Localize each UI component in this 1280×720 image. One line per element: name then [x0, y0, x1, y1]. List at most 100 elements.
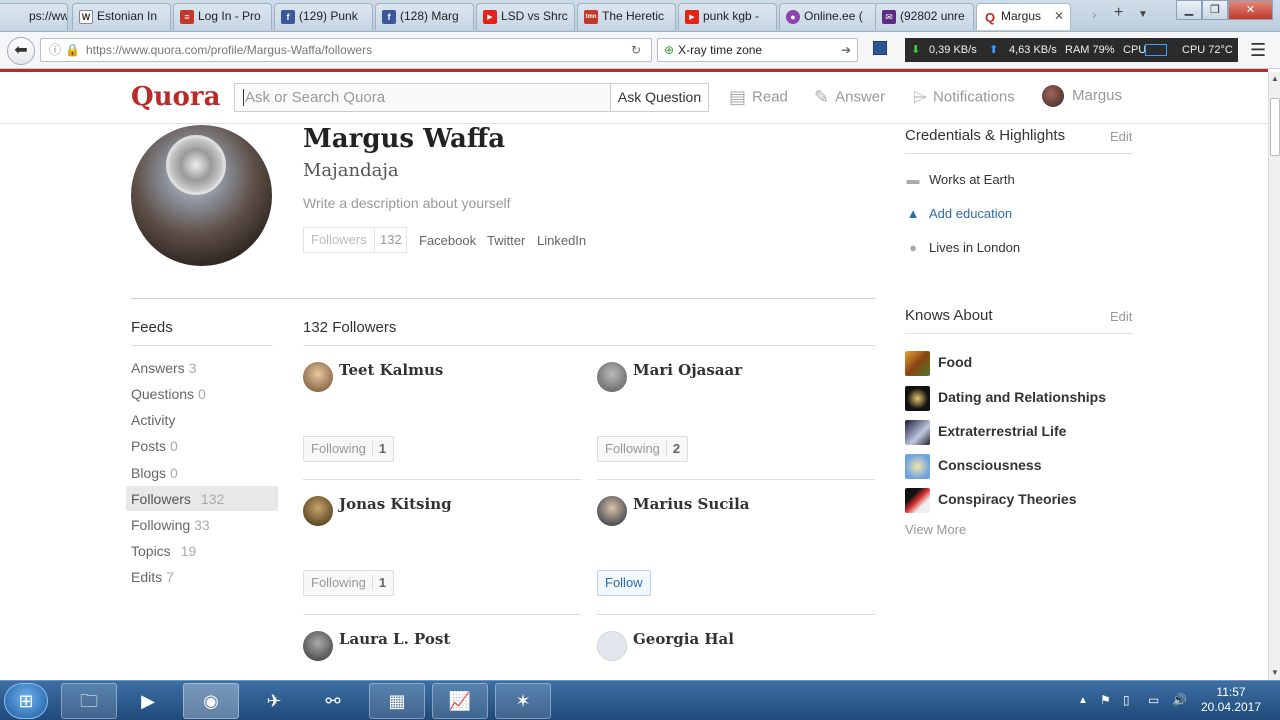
nav-user[interactable]: Margus — [1042, 85, 1122, 107]
tab-scroll-right-icon[interactable]: › — [1092, 6, 1097, 22]
feed-followers[interactable]: Followers 132 — [131, 491, 224, 507]
follower-avatar[interactable] — [597, 496, 627, 526]
profile-tagline[interactable]: Majandaja — [303, 160, 399, 181]
close-window-icon[interactable]: ✕ — [1228, 0, 1273, 20]
volume-icon[interactable]: 🔊 — [1172, 693, 1187, 707]
browser-tab[interactable]: ≡ Log In - Pro — [173, 3, 272, 30]
follower-avatar[interactable] — [303, 496, 333, 526]
facebook-link[interactable]: Facebook — [419, 233, 476, 248]
browser-tab[interactable]: f (128) Marg — [375, 3, 474, 30]
following-button[interactable]: Following 2 — [597, 436, 689, 462]
chart-app-icon[interactable]: 📈 — [432, 683, 488, 719]
nav-answer[interactable]: ✎ Answer — [814, 87, 885, 108]
default-avatar-icon[interactable] — [597, 631, 627, 661]
credential-work[interactable]: ▬ Works at Earth — [905, 172, 1015, 187]
nav-notifications[interactable]: ⌲ Notifications — [913, 87, 1015, 108]
knows-about-edit-link[interactable]: Edit — [1110, 309, 1132, 324]
feed-following[interactable]: Following 33 — [131, 517, 210, 533]
follower-name[interactable]: Mari Ojasaar — [633, 361, 742, 379]
credential-location[interactable]: ● Lives in London — [905, 240, 1020, 255]
browser-tab-active[interactable]: Q Margus ✕ — [976, 3, 1071, 30]
feed-answers[interactable]: Answers 3 — [131, 360, 196, 376]
file-explorer-icon[interactable]: 🗀 — [61, 683, 117, 719]
network-tool-icon[interactable]: ⚯ — [305, 683, 361, 719]
media-player-icon[interactable]: ▶ — [120, 683, 176, 719]
info-icon[interactable]: ⓘ — [49, 43, 61, 57]
follower-name[interactable]: Laura L. Post — [339, 630, 450, 648]
feed-edits[interactable]: Edits 7 — [131, 569, 174, 585]
following-button[interactable]: Following 1 — [303, 570, 395, 596]
reload-icon[interactable]: ↻ — [631, 39, 641, 61]
topic-food[interactable]: Food — [905, 351, 972, 376]
search-bar[interactable]: ⊕ X-ray time zone ➔ — [657, 38, 858, 62]
nav-read-label: Read — [752, 88, 788, 106]
taskbar-clock[interactable]: 11:57 20.04.2017 — [1196, 685, 1266, 715]
flag-icon[interactable]: ⚑ — [1100, 693, 1111, 707]
page-scrollbar[interactable]: ▲ ▼ — [1268, 72, 1280, 680]
follower-avatar[interactable] — [597, 362, 627, 392]
clock-time: 11:57 — [1216, 685, 1246, 699]
thunderbird-icon[interactable]: ✈ — [246, 683, 302, 719]
graphics-app-icon[interactable]: ✶ — [495, 683, 551, 719]
browser-tab[interactable]: ▶ punk kgb - — [678, 3, 777, 30]
network-icon[interactable]: ▭ — [1148, 693, 1159, 707]
topic-conspiracy[interactable]: Conspiracy Theories — [905, 488, 1077, 513]
follower-name[interactable]: Jonas Kitsing — [339, 495, 452, 513]
tab-list-icon[interactable]: ▼ — [1138, 9, 1148, 20]
browser-tab[interactable]: ps://ww — [0, 3, 68, 30]
feed-activity[interactable]: Activity — [131, 412, 175, 428]
browser-tab[interactable]: f (129) Punk — [274, 3, 373, 30]
facebook-icon: f — [281, 10, 295, 24]
feed-blogs[interactable]: Blogs 0 — [131, 465, 178, 481]
add-education-link[interactable]: ▲ Add education — [905, 206, 1013, 221]
follower-avatar[interactable] — [303, 362, 333, 392]
remote-desktop-icon[interactable]: ▦ — [369, 683, 425, 719]
url-text: https://www.quora.com/profile/Margus-Waf… — [85, 43, 373, 57]
following-button[interactable]: Following 1 — [303, 436, 395, 462]
firefox-icon[interactable]: ◉ — [183, 683, 239, 719]
view-more-link[interactable]: View More — [905, 522, 966, 537]
new-tab-icon[interactable]: + — [1114, 4, 1123, 22]
device-icon[interactable]: ▯ — [1123, 693, 1130, 707]
back-button[interactable]: ⬅ — [7, 37, 35, 65]
tray-expand-icon[interactable]: ▲ — [1078, 695, 1088, 706]
search-go-icon[interactable]: ➔ — [841, 39, 851, 61]
upload-speed: 4,63 KB/s — [1009, 44, 1057, 56]
url-bar[interactable]: ⓘ 🔒 https://www.quora.com/profile/Margus-W… — [40, 38, 652, 62]
ask-question-button[interactable]: Ask Question — [610, 83, 709, 112]
follow-button[interactable]: Follow — [597, 570, 651, 596]
credentials-edit-link[interactable]: Edit — [1110, 129, 1132, 144]
feed-questions[interactable]: Questions 0 — [131, 386, 206, 402]
save-icon[interactable] — [873, 41, 887, 55]
start-button[interactable]: ⊞ — [4, 683, 48, 719]
feed-posts[interactable]: Posts 0 — [131, 438, 178, 454]
topic-extraterrestrial[interactable]: Extraterrestrial Life — [905, 420, 1066, 445]
browser-tab[interactable]: ▶ LSD vs Shrc — [476, 3, 575, 30]
browser-tab[interactable]: W Estonian In — [72, 3, 171, 30]
quora-logo[interactable]: Quora — [131, 82, 220, 112]
browser-tab[interactable]: ● Online.ee ( — [779, 3, 878, 30]
followers-button[interactable]: Followers 132 — [303, 227, 407, 253]
scroll-down-icon[interactable]: ▼ — [1270, 666, 1280, 680]
twitter-link[interactable]: Twitter — [487, 233, 525, 248]
scroll-thumb[interactable] — [1270, 98, 1280, 156]
profile-description-prompt[interactable]: Write a description about yourself — [303, 195, 511, 211]
scroll-up-icon[interactable]: ▲ — [1270, 72, 1280, 86]
close-tab-icon[interactable]: ✕ — [1054, 9, 1064, 23]
browser-tab[interactable]: tmn The Heretic — [577, 3, 676, 30]
nav-read[interactable]: ▤ Read — [729, 87, 788, 108]
menu-icon[interactable]: ☰ — [1250, 41, 1266, 59]
browser-tab[interactable]: ✉ (92802 unre — [875, 3, 974, 30]
profile-avatar[interactable] — [131, 125, 272, 266]
topic-consciousness[interactable]: Consciousness — [905, 454, 1041, 479]
topic-dating[interactable]: Dating and Relationships — [905, 386, 1106, 411]
restore-icon[interactable]: ❐ — [1202, 0, 1228, 20]
follower-avatar[interactable] — [303, 631, 333, 661]
follower-name[interactable]: Teet Kalmus — [339, 361, 443, 379]
follower-name[interactable]: Georgia Hal — [633, 630, 734, 648]
feed-topics[interactable]: Topics 19 — [131, 543, 196, 559]
minimize-icon[interactable]: ▁ — [1176, 0, 1202, 20]
follower-name[interactable]: Marius Sucila — [633, 495, 749, 513]
linkedin-link[interactable]: LinkedIn — [537, 233, 586, 248]
search-input[interactable]: Ask or Search Quora — [234, 83, 611, 112]
